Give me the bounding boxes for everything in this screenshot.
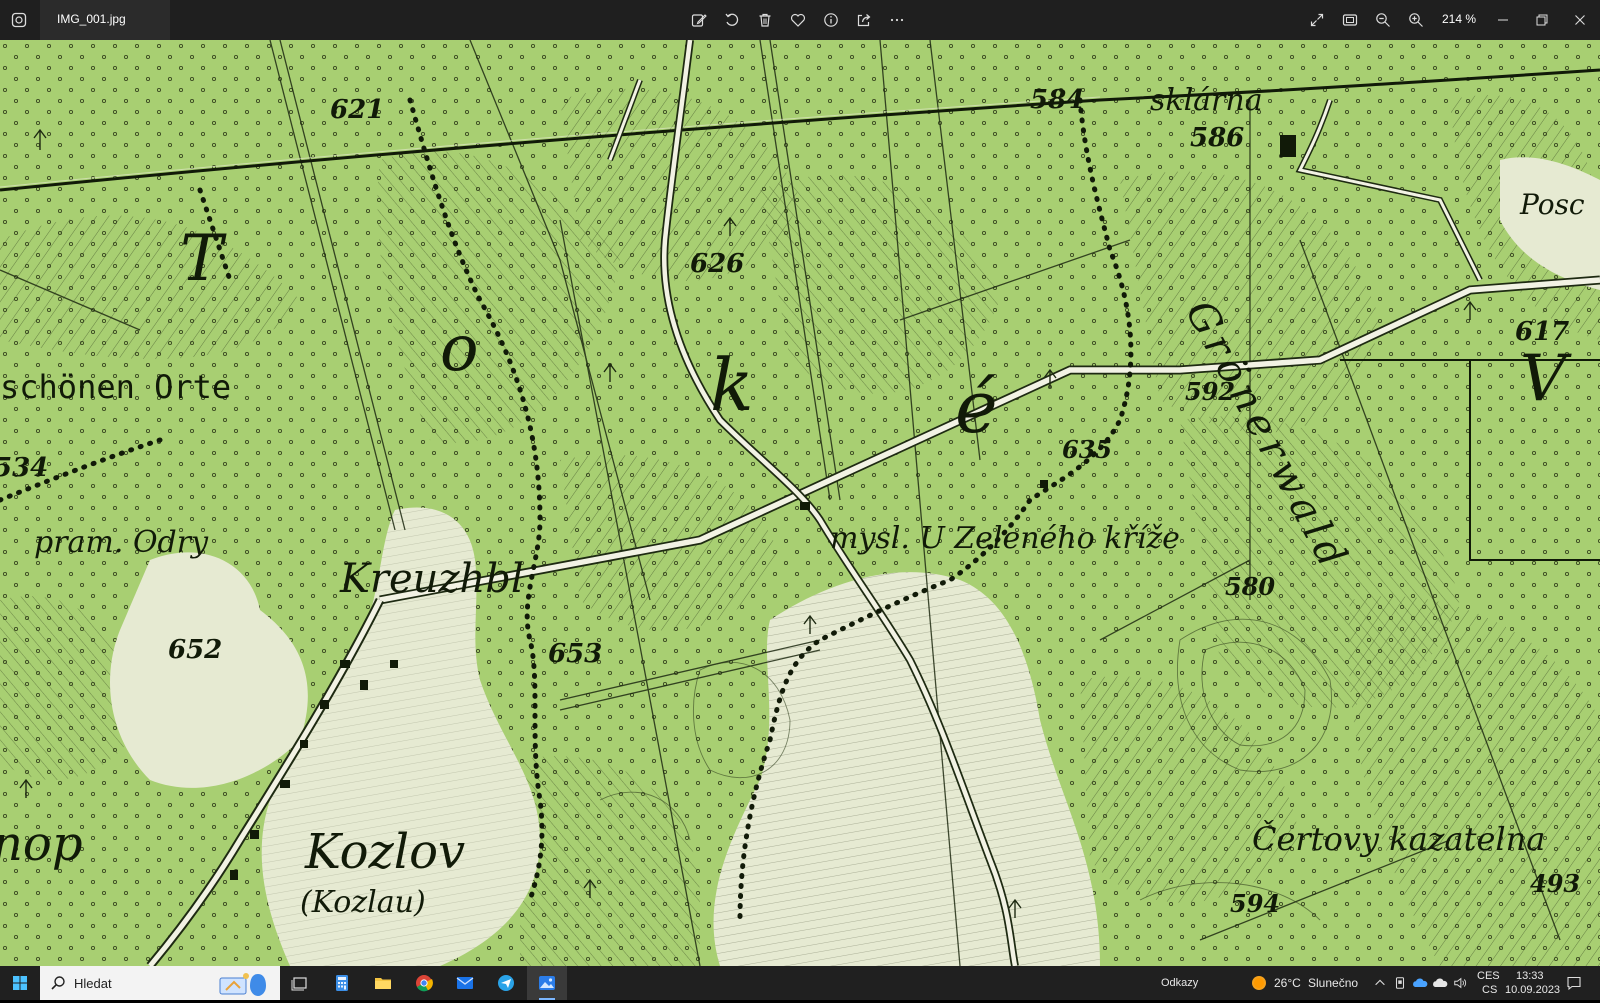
language-indicator-top[interactable]: CES <box>1477 970 1500 982</box>
chevron-up-icon[interactable] <box>1372 975 1388 991</box>
clock-date[interactable]: 10.09.2023 <box>1505 984 1560 996</box>
photos-icon <box>539 976 555 990</box>
label-letter-v: V <box>1520 342 1572 416</box>
expand-icon <box>1310 13 1324 27</box>
rotate-icon <box>725 13 739 26</box>
device-icon[interactable] <box>1392 975 1408 991</box>
label-sklarna: sklárna <box>1150 83 1263 118</box>
label-elevation-580: 580 <box>1225 572 1275 601</box>
fit-window-icon <box>1342 14 1358 26</box>
photos-app-icon <box>11 12 27 28</box>
label-letter-e: é <box>955 365 998 449</box>
paper-plane-app-icon <box>498 975 514 991</box>
share-icon <box>857 14 871 27</box>
restore-button[interactable] <box>1530 8 1554 32</box>
calculator-taskbar-button[interactable] <box>322 966 362 1000</box>
messaging-app-taskbar-button[interactable] <box>486 966 526 1000</box>
weather-sun-icon[interactable] <box>1251 975 1267 991</box>
more-options-button[interactable] <box>885 8 909 32</box>
title-bar: IMG_001.jpg 214 % <box>0 0 1600 40</box>
label-kozlau: (Kozlau) <box>300 885 426 920</box>
fullscreen-button[interactable] <box>1305 8 1329 32</box>
label-elevation-584: 584 <box>1030 85 1084 115</box>
label-elevation-534: 534 <box>0 453 48 483</box>
label-elevation-621: 621 <box>330 95 384 125</box>
zoom-in-button[interactable] <box>1404 8 1428 32</box>
links-toolbar[interactable]: Odkazy <box>1161 977 1198 989</box>
zoom-level[interactable]: 214 % <box>1442 12 1476 26</box>
label-elevation-594: 594 <box>1230 889 1280 918</box>
label-pose: Posc <box>1519 188 1585 221</box>
volume-icon[interactable] <box>1452 975 1468 991</box>
file-name: IMG_001.jpg <box>57 12 126 26</box>
task-view-icon <box>291 977 307 991</box>
photos-taskbar-button[interactable] <box>527 966 567 1000</box>
minimize-icon <box>1498 19 1508 21</box>
file-info-button[interactable] <box>819 8 843 32</box>
windows-taskbar: Hledat Odkazy 26°C Slunečno CES CS 13:33… <box>0 966 1600 1000</box>
rotate-button[interactable] <box>720 8 744 32</box>
label-kozlov: Kozlov <box>304 824 465 880</box>
minimize-button[interactable] <box>1491 8 1515 32</box>
mail-taskbar-button[interactable] <box>445 966 485 1000</box>
notification-center-icon[interactable] <box>1566 975 1582 991</box>
weather-temperature[interactable]: 26°C <box>1274 976 1301 990</box>
mail-icon <box>456 977 474 989</box>
onedrive-icon[interactable] <box>1412 975 1428 991</box>
label-kreuzhbl: Kreuzhbl <box>339 556 524 602</box>
fit-to-window-button[interactable] <box>1338 8 1362 32</box>
edit-image-button[interactable] <box>687 8 711 32</box>
label-letter-t: T <box>180 222 227 296</box>
label-elevation-493: 493 <box>1530 869 1580 898</box>
label-elevation-635: 635 <box>1062 435 1112 464</box>
historic-topographic-map: 621 584 sklárna 586 Posc 626 617 592 635… <box>0 40 1600 966</box>
label-elevation-626: 626 <box>690 249 744 279</box>
search-icon <box>50 975 66 996</box>
language-indicator-bottom[interactable]: CS <box>1482 984 1497 996</box>
close-icon <box>1575 15 1585 25</box>
onedrive-personal-icon[interactable] <box>1432 975 1448 991</box>
heart-icon <box>790 13 806 27</box>
file-explorer-taskbar-button[interactable] <box>363 966 403 1000</box>
label-letter-k: k <box>710 343 754 427</box>
label-myslivna: mysl. U Zeleného kříže <box>830 521 1180 556</box>
trash-icon <box>759 13 771 27</box>
delete-button[interactable] <box>753 8 777 32</box>
share-button[interactable] <box>852 8 876 32</box>
label-certovy-kazatelna: Čertovy kazatelna <box>1252 820 1545 858</box>
taskbar-search-box[interactable]: Hledat <box>40 966 280 1000</box>
info-icon <box>824 13 838 27</box>
label-pram-odry: pram. Odry <box>34 525 209 560</box>
more-icon <box>890 18 904 22</box>
map-image-viewport[interactable]: 621 584 sklárna 586 Posc 626 617 592 635… <box>0 40 1600 966</box>
folder-icon <box>375 978 391 989</box>
windows-logo-icon <box>13 976 27 990</box>
favorite-button[interactable] <box>786 8 810 32</box>
label-nop: nop <box>0 816 83 872</box>
search-placeholder: Hledat <box>74 975 112 991</box>
zoom-out-icon <box>1376 13 1390 27</box>
search-highlight-illustration <box>216 968 276 998</box>
start-button[interactable] <box>0 966 40 1000</box>
chrome-taskbar-button[interactable] <box>404 966 444 1000</box>
clock-time[interactable]: 13:33 <box>1516 970 1544 982</box>
calculator-icon <box>336 975 348 991</box>
edit-icon <box>691 14 707 27</box>
label-letter-o: o <box>440 312 479 386</box>
zoom-out-button[interactable] <box>1371 8 1395 32</box>
zoom-in-icon <box>1409 13 1423 27</box>
task-view-button[interactable] <box>280 966 320 1000</box>
weather-description[interactable]: Slunečno <box>1308 976 1358 990</box>
label-schonen-orte: schönen Orte <box>0 368 231 406</box>
chrome-icon <box>416 975 433 992</box>
label-elevation-653: 653 <box>548 639 602 669</box>
label-elevation-652: 652 <box>168 635 222 665</box>
restore-icon <box>1536 14 1548 26</box>
label-elevation-586: 586 <box>1190 123 1244 153</box>
close-button[interactable] <box>1568 8 1592 32</box>
